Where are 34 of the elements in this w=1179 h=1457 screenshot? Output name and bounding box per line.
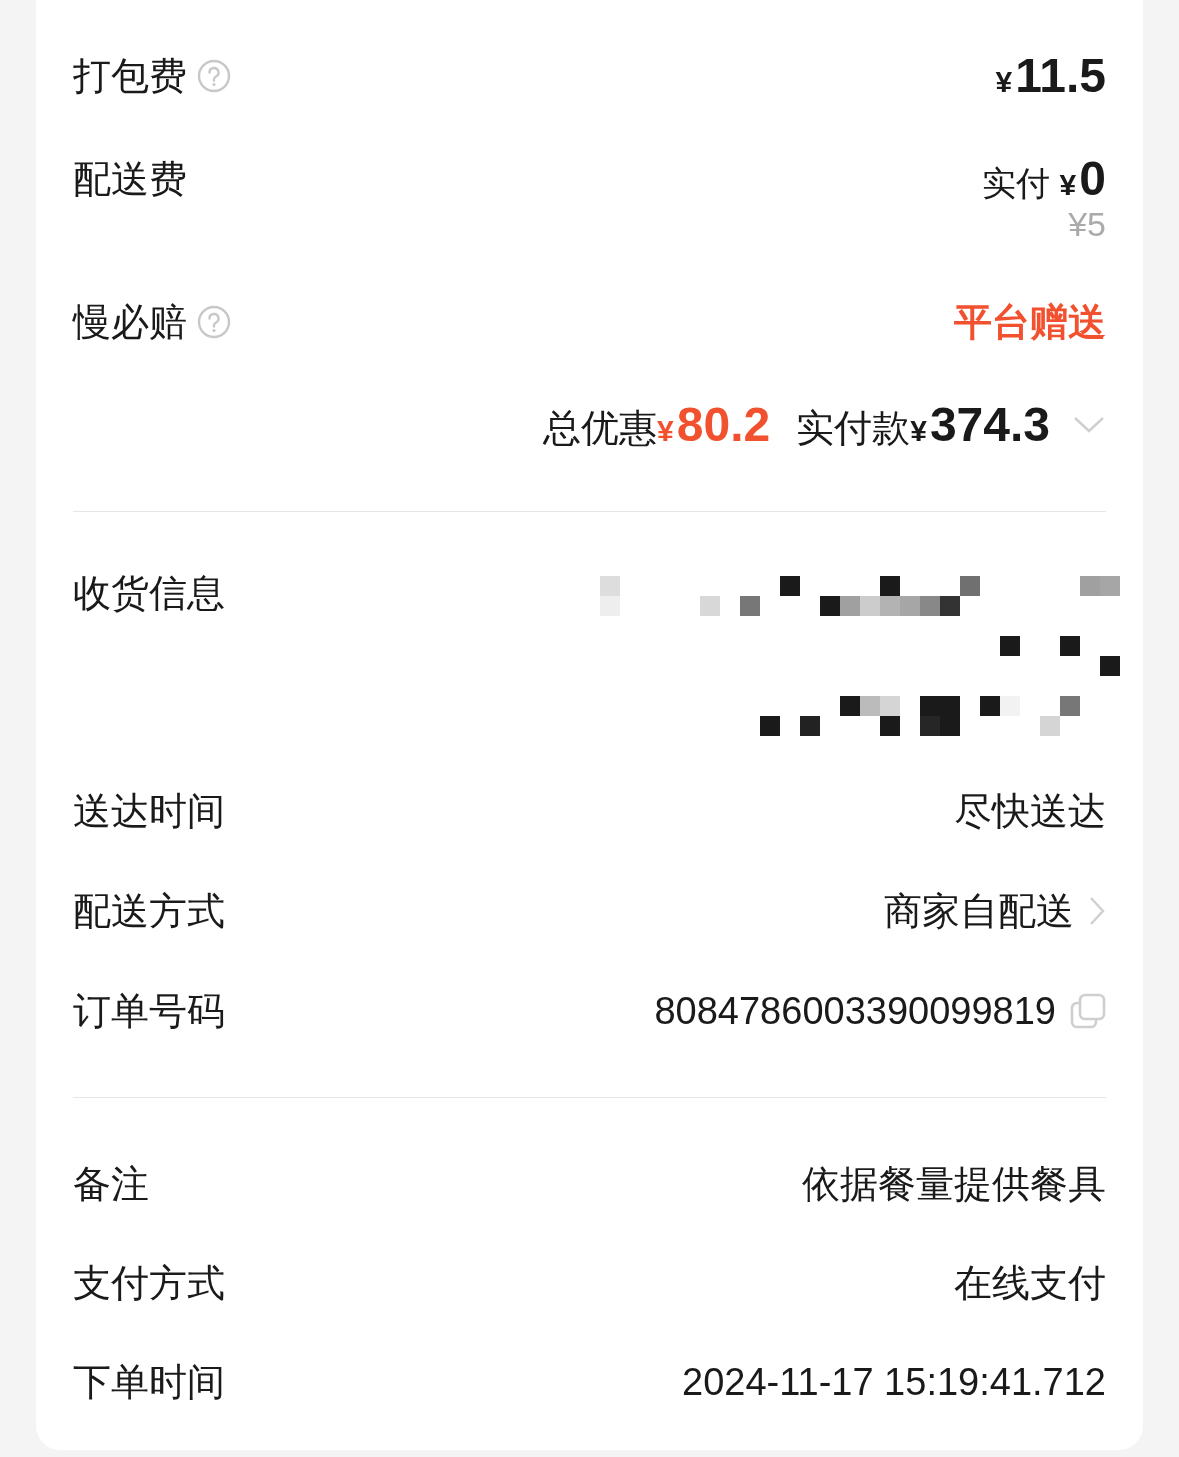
help-icon[interactable] xyxy=(197,305,231,339)
promo-text: 平台赠送 xyxy=(954,300,1106,345)
row-label: 打包费 xyxy=(73,54,187,99)
row-value: 在线支付 xyxy=(954,1261,1106,1306)
row-label: 配送方式 xyxy=(73,889,225,934)
discount-label: 总优惠 xyxy=(543,406,658,451)
chevron-right-icon[interactable] xyxy=(1088,895,1106,927)
row-label: 下单时间 xyxy=(73,1360,225,1405)
currency-sign: ¥ xyxy=(657,414,674,449)
order-number: 8084786003390099819 xyxy=(654,989,1056,1034)
row-label: 备注 xyxy=(73,1162,149,1207)
paid-amount: 374.3 xyxy=(929,400,1050,450)
copy-icon[interactable] xyxy=(1070,993,1106,1029)
fee-amount: 0 xyxy=(1079,154,1106,204)
row-label: 收货信息 xyxy=(73,571,225,616)
row-value: 尽快送达 xyxy=(954,789,1106,834)
row-label: 送达时间 xyxy=(73,789,225,834)
row-label: 配送费 xyxy=(73,157,187,202)
paid-label: 实付 xyxy=(981,163,1050,204)
chevron-down-icon[interactable] xyxy=(1072,415,1106,435)
row-value: 依据餐量提供餐具 xyxy=(802,1162,1106,1207)
delivery-method-link[interactable]: 商家自配送 xyxy=(884,886,1074,936)
fee-amount: 11.5 xyxy=(1015,51,1106,101)
help-icon[interactable] xyxy=(197,59,231,93)
row-label: 慢必赔 xyxy=(73,300,187,345)
row-value: 2024-11-17 15:19:41.712 xyxy=(682,1360,1106,1405)
currency-sign: ¥ xyxy=(995,64,1013,100)
currency-sign: ¥ xyxy=(1059,167,1077,203)
row-label: 订单号码 xyxy=(73,989,225,1034)
original-price: ¥5 xyxy=(1068,204,1106,244)
paid-label: 实付款 xyxy=(796,406,911,451)
currency-sign: ¥ xyxy=(910,414,927,449)
discount-amount: 80.2 xyxy=(676,400,771,450)
row-label: 支付方式 xyxy=(73,1261,225,1306)
